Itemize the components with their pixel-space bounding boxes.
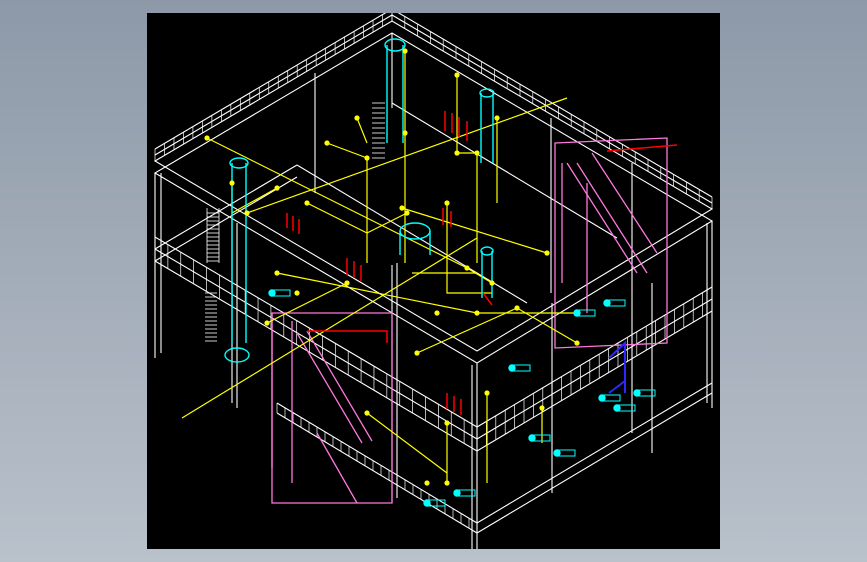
cad-viewport[interactable] [147,13,720,549]
pipe-network [181,51,578,483]
stair-towers [271,137,668,504]
isometric-plant-drawing [153,13,714,549]
structure-frame [153,13,714,549]
pump-skids [268,289,656,507]
